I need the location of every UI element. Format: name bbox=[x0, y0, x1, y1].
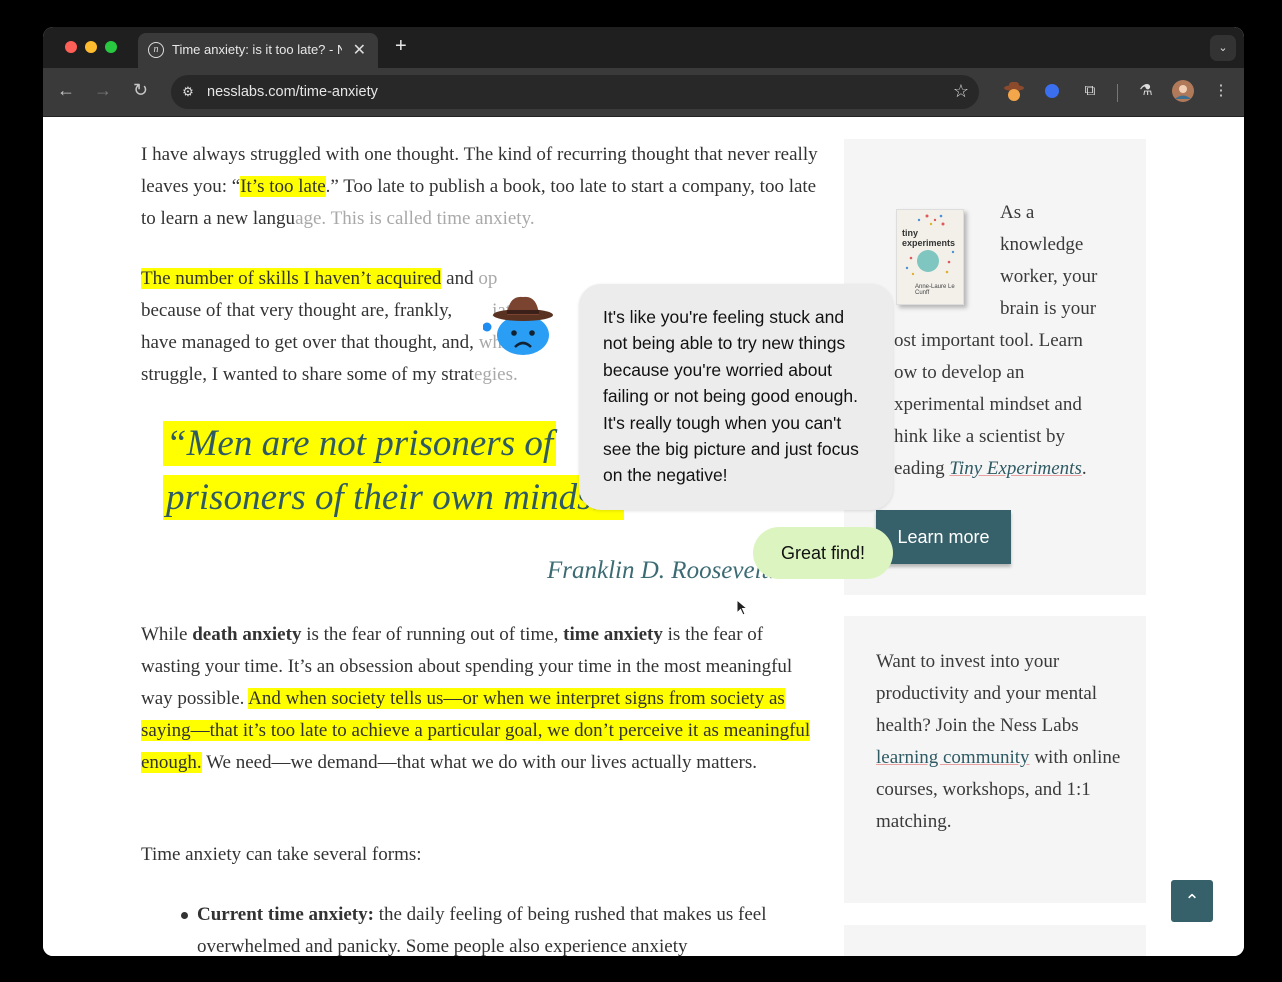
url-text[interactable]: nesslabs.com/time-anxiety bbox=[207, 84, 378, 100]
site-settings-icon[interactable]: ⚙ bbox=[179, 83, 197, 101]
minimize-window-button[interactable] bbox=[85, 41, 97, 53]
bullet-dot bbox=[181, 912, 188, 919]
browser-window: n Time anxiety: is it too late? - N ✕ + … bbox=[43, 27, 1244, 956]
active-tab[interactable]: n Time anxiety: is it too late? - N ✕ bbox=[138, 33, 378, 68]
tab-strip: n Time anxiety: is it too late? - N ✕ + … bbox=[43, 27, 1244, 68]
mouse-cursor-icon bbox=[736, 599, 749, 616]
extensions-puzzle-icon[interactable]: ⧉ bbox=[1079, 80, 1101, 102]
tab-title: Time anxiety: is it too late? - N bbox=[172, 42, 342, 57]
profile-avatar[interactable] bbox=[1172, 80, 1194, 102]
article-paragraph-intro: I have always struggled with one thought… bbox=[141, 144, 818, 229]
sidebar-next-widget bbox=[844, 925, 1146, 956]
promo-text-top: As a knowledge worker, your brain is you… bbox=[1000, 202, 1098, 319]
toolbar-divider bbox=[1117, 84, 1118, 102]
labs-flask-icon[interactable]: ⚗ bbox=[1135, 80, 1157, 102]
new-tab-button[interactable]: + bbox=[395, 35, 407, 58]
list-item-current-time-anxiety: Current time anxiety: the daily feeling … bbox=[197, 904, 767, 956]
sidebar-community-promo: Want to invest into your productivity an… bbox=[844, 616, 1146, 903]
article-paragraph-forms: Time anxiety can take several forms: bbox=[141, 844, 422, 865]
blue-dot-extension-icon[interactable] bbox=[1041, 80, 1063, 102]
close-window-button[interactable] bbox=[65, 41, 77, 53]
address-bar[interactable]: ⚙ nesslabs.com/time-anxiety ☆ bbox=[171, 75, 979, 109]
back-to-top-button[interactable]: ⌃ bbox=[1171, 880, 1213, 922]
learning-community-link[interactable]: learning community bbox=[876, 747, 1030, 768]
promo-text-bottom: ost important tool. Learn ow to develop … bbox=[894, 330, 1087, 479]
cowboy-sad-mascot-icon bbox=[483, 296, 553, 355]
learn-more-button[interactable]: Learn more bbox=[876, 510, 1011, 564]
reload-button[interactable]: ↻ bbox=[133, 80, 148, 101]
cowboy-extension-icon[interactable] bbox=[1003, 80, 1025, 102]
bookmark-star-icon[interactable]: ☆ bbox=[953, 81, 969, 102]
forward-button[interactable]: → bbox=[94, 80, 112, 101]
companion-chat-bubble: It's like you're feeling stuck and not b… bbox=[579, 284, 893, 510]
article-paragraph-definition: While death anxiety is the fear of runni… bbox=[141, 624, 811, 773]
tab-search-dropdown-icon[interactable]: ⌄ bbox=[1210, 35, 1236, 61]
book-cover-circle bbox=[917, 250, 939, 272]
browser-menu-icon[interactable]: ⋮ bbox=[1210, 80, 1232, 102]
great-find-reply-button[interactable]: Great find! bbox=[753, 527, 893, 579]
book-author: Anne-Laure Le Cunff bbox=[915, 284, 955, 296]
book-title: tiny experiments bbox=[902, 228, 956, 248]
browser-toolbar: ← → ↻ ⚙ nesslabs.com/time-anxiety ☆ ⧉ ⚗ … bbox=[43, 68, 1244, 117]
close-tab-icon[interactable]: ✕ bbox=[353, 40, 366, 60]
maximize-window-button[interactable] bbox=[105, 41, 117, 53]
page-content: I have always struggled with one thought… bbox=[43, 117, 1244, 956]
back-button[interactable]: ← bbox=[57, 80, 75, 101]
tiny-experiments-link[interactable]: Tiny Experiments bbox=[949, 458, 1081, 479]
book-cover-image: tiny experiments Anne-Laure Le Cunff bbox=[896, 209, 964, 305]
n-favicon-icon: n bbox=[148, 42, 164, 58]
quote-attribution: Franklin D. Roosevelt. bbox=[547, 557, 775, 584]
community-text: Want to invest into your productivity an… bbox=[876, 651, 1121, 832]
